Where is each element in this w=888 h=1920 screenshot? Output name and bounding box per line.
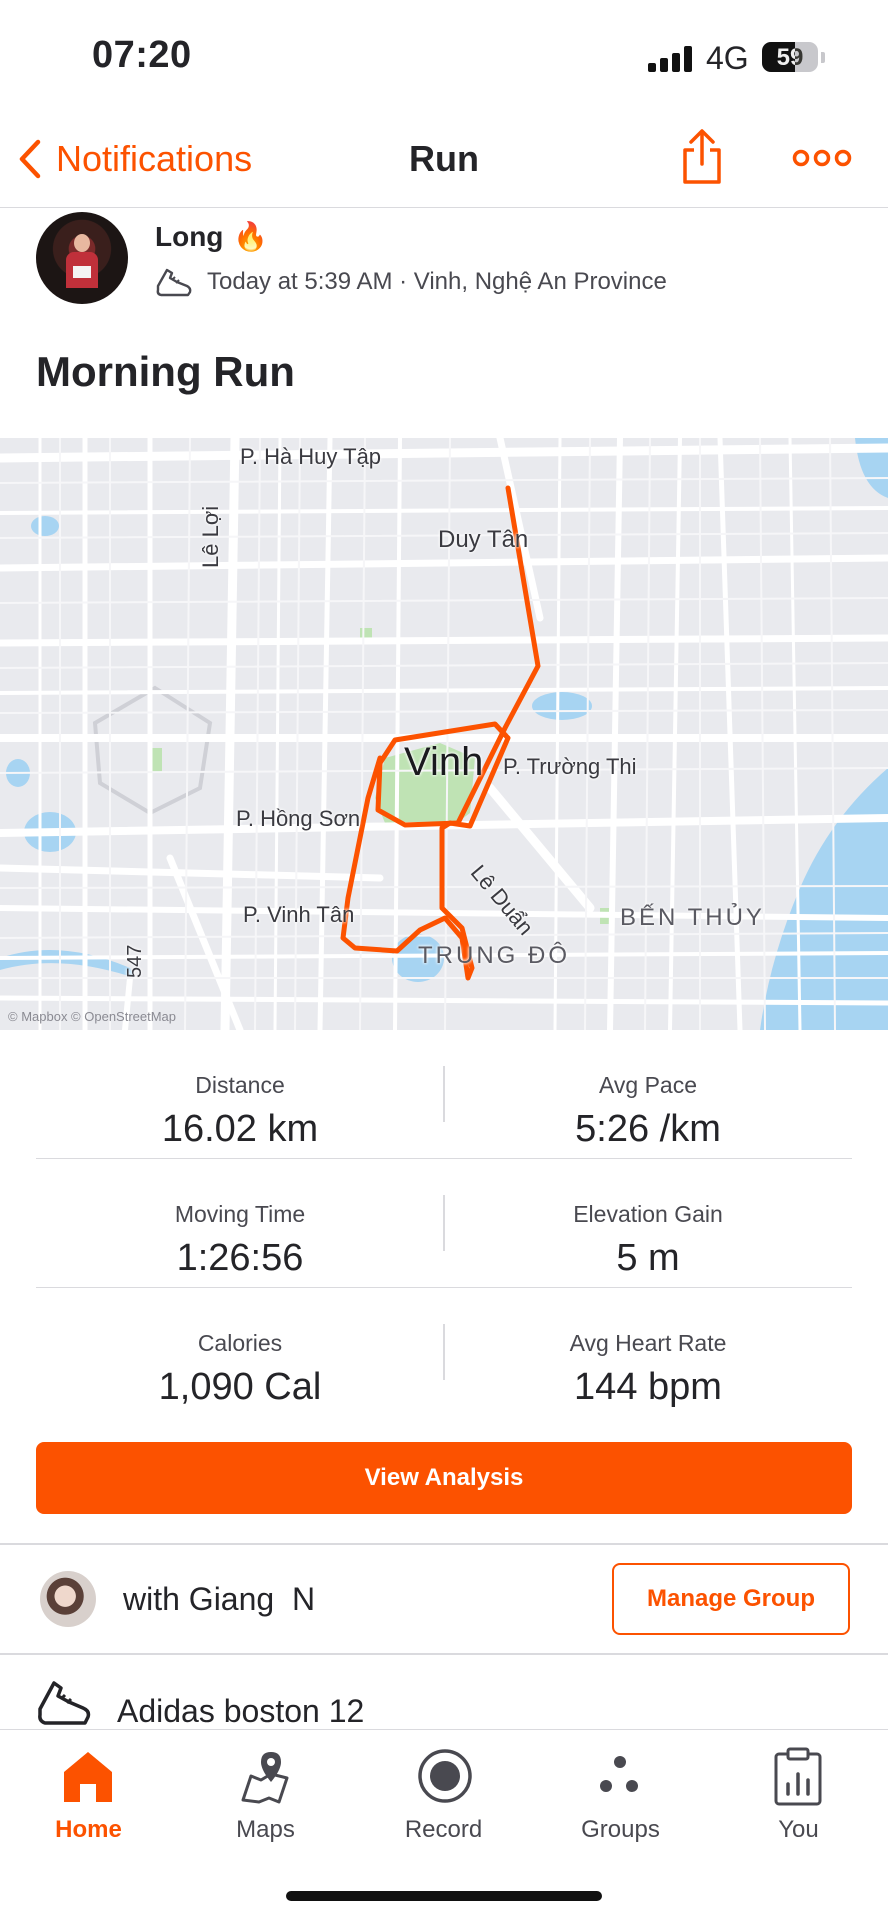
share-icon <box>683 129 721 184</box>
more-options-button[interactable] <box>792 146 852 170</box>
map-label-ha-huy-tap: P. Hà Huy Tập <box>240 444 382 469</box>
stat-value: 144 bpm <box>574 1366 722 1408</box>
stat-distance: Distance 16.02 km <box>36 1030 444 1159</box>
stat-row: Distance 16.02 km Avg Pace 5:26 /km <box>36 1030 852 1159</box>
stat-value: 1:26:56 <box>176 1237 304 1279</box>
home-indicator[interactable] <box>286 1891 602 1901</box>
status-time: 07:20 <box>92 34 192 76</box>
shoe-icon <box>156 268 192 297</box>
battery-icon: 59 <box>762 42 818 72</box>
map-icon <box>241 1752 289 1804</box>
stat-label: Avg Pace <box>598 1072 698 1098</box>
tab-label: Record <box>404 1816 483 1843</box>
map-label-ben-thuy: BẾN THỦY <box>620 904 765 931</box>
activity-meta: Today at 5:39 AM · Vinh, Nghệ An Provinc… <box>155 266 667 298</box>
tab-record[interactable]: Record <box>355 1730 532 1860</box>
network-type: 4G <box>706 40 749 76</box>
map-label-hong-son: P. Hồng Sơn <box>236 806 361 831</box>
tab-label: Home <box>55 1816 122 1843</box>
stat-row: Moving Time 1:26:56 Elevation Gain 5 m <box>36 1159 852 1288</box>
map-label-vinh-tan: P. Vinh Tân <box>243 902 355 927</box>
stat-avg-pace: Avg Pace 5:26 /km <box>444 1030 852 1159</box>
stat-label: Calories <box>197 1330 283 1356</box>
route-map[interactable]: P. Hà Huy Tập Duy Tân Lê Lợi Vinh P. Trư… <box>0 438 888 1030</box>
map-label-truong-thi: P. Trường Thi <box>503 754 637 779</box>
home-icon <box>64 1752 112 1802</box>
stat-elevation-gain: Elevation Gain 5 m <box>444 1159 852 1288</box>
stats-grid: Distance 16.02 km Avg Pace 5:26 /km Movi… <box>36 1030 852 1417</box>
tab-you[interactable]: You <box>710 1730 887 1860</box>
share-button[interactable] <box>680 128 724 186</box>
view-analysis-button[interactable]: View Analysis <box>36 1442 852 1514</box>
stat-label: Elevation Gain <box>573 1201 723 1227</box>
map-credit: © Mapbox © OpenStreetMap <box>8 1009 177 1024</box>
map-label-duy-tan: Duy Tân <box>438 526 529 553</box>
tab-label: You <box>778 1816 819 1843</box>
gear-row[interactable]: Adidas boston 12 <box>0 1653 888 1729</box>
athlete-name[interactable]: Long 🔥 <box>155 220 268 253</box>
activity-meta-text: Today at 5:39 AM · Vinh, Nghệ An Provinc… <box>207 268 667 295</box>
stat-label: Avg Heart Rate <box>569 1330 727 1356</box>
tab-home[interactable]: Home <box>0 1730 177 1860</box>
activity-title: Morning Run <box>36 348 295 395</box>
stat-label: Moving Time <box>174 1201 306 1227</box>
status-bar: 07:20 4G 59 <box>0 0 888 110</box>
map-label-le-loi: Lê Lợi <box>198 505 223 568</box>
stat-value: 1,090 Cal <box>158 1366 322 1408</box>
stat-calories: Calories 1,090 Cal <box>36 1288 444 1417</box>
tab-label: Groups <box>581 1816 660 1843</box>
tab-groups[interactable]: Groups <box>532 1730 709 1860</box>
stat-row: Calories 1,090 Cal Avg Heart Rate 144 bp… <box>36 1288 852 1417</box>
athlete-header: Long 🔥 Today at 5:39 AM · Vinh, Nghệ An … <box>0 208 888 318</box>
athlete-name-text: Long <box>155 220 224 252</box>
tab-maps[interactable]: Maps <box>177 1730 354 1860</box>
stat-value: 5:26 /km <box>575 1108 721 1150</box>
battery-percent: 59 <box>776 44 804 71</box>
tab-label: Maps <box>236 1816 295 1843</box>
group-row: with Giang N Manage Group <box>0 1545 888 1653</box>
chevron-left-icon <box>19 139 41 179</box>
manage-group-button[interactable]: Manage Group <box>612 1563 850 1635</box>
gear-name: Adidas boston 12 <box>117 1693 365 1729</box>
signal-icon <box>648 46 694 72</box>
profile-icon <box>774 1747 822 1806</box>
map-label-vinh: Vinh <box>404 740 484 784</box>
group-text[interactable]: with Giang N <box>123 1581 315 1618</box>
stat-value: 5 m <box>616 1237 680 1279</box>
battery-tip <box>821 52 825 63</box>
tab-bar: Home Maps Record Groups You <box>0 1729 888 1920</box>
fire-emoji: 🔥 <box>233 221 269 252</box>
athlete-avatar[interactable] <box>36 212 128 304</box>
more-icon <box>792 149 852 167</box>
record-icon <box>418 1749 472 1803</box>
back-button-label: Notifications <box>56 138 253 179</box>
map-label-547: 547 <box>124 944 146 978</box>
back-button[interactable]: Notifications <box>18 134 252 184</box>
groups-icon <box>600 1756 638 1792</box>
stat-value: 16.02 km <box>161 1108 319 1150</box>
nav-bar: Notifications Run <box>0 110 888 208</box>
stat-avg-heart-rate: Avg Heart Rate 144 bpm <box>444 1288 852 1417</box>
stat-label: Distance <box>195 1072 285 1098</box>
group-member-avatar[interactable] <box>40 1571 96 1627</box>
map-label-trung-do: TRUNG ĐÔ <box>418 942 570 969</box>
stat-moving-time: Moving Time 1:26:56 <box>36 1159 444 1288</box>
shoe-icon <box>38 1681 91 1725</box>
